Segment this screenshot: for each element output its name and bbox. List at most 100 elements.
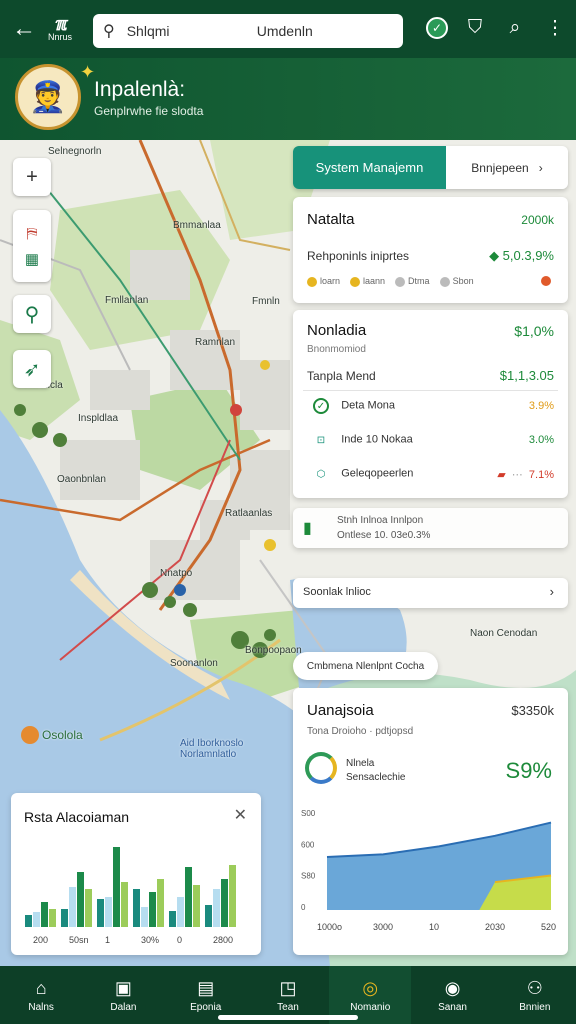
map-label: Soonanlon <box>170 658 218 669</box>
area-chart: S00 600 S80 0 1000o 3000 10 2030 5200 <box>301 809 556 932</box>
row-value-text: 5,0.3,9% <box>502 248 554 263</box>
sparkline-icon: ⋯ <box>511 468 523 481</box>
bar <box>97 899 104 927</box>
map-label: Fmllanlan <box>105 295 149 306</box>
list-item-left: ⬡ Geleqopeerlen <box>313 466 414 482</box>
page-title: Inpalenlà: <box>94 78 186 101</box>
toolbar-icons: ✓ ⛉ ⌕ ⋮ <box>426 14 568 42</box>
bar <box>49 909 56 927</box>
x-tick-label: 10 <box>429 922 439 932</box>
layer-buttons[interactable]: ⛿ ▦ <box>13 210 51 282</box>
bar <box>221 879 228 927</box>
detail-card[interactable]: Nonladia $1,0% Bnonmomiod Tanpla Mend $1… <box>293 310 568 498</box>
search-icon: ⚲ <box>103 23 115 40</box>
nav-item[interactable]: ⌂ Nalns <box>0 966 82 1024</box>
layer-icon[interactable]: ⛿ <box>27 225 38 242</box>
big-value: S9% <box>505 758 552 783</box>
dropdown-select[interactable]: Soonlak lnlioc › <box>293 578 568 608</box>
sub-label: Tanpla Mend <box>307 368 376 383</box>
item-value: 3.9% <box>528 400 554 412</box>
search-input[interactable]: ⚲ Shlqmi Umdenln <box>93 14 403 48</box>
navigate-icon[interactable]: ➶ <box>13 350 51 388</box>
tab-other-label: Bnnjepeen <box>471 160 529 175</box>
pin-icon: ◉ <box>444 977 461 998</box>
user-icon: ⚇ <box>526 977 543 998</box>
nav-item[interactable]: ◉ Sanan <box>411 966 493 1024</box>
panel-tabs: System Manajemn Bnnjepeen › <box>293 146 568 189</box>
zoom-in-button[interactable]: + <box>13 158 51 196</box>
tab-system[interactable]: System Manajemn <box>293 146 446 189</box>
more-vertical-icon[interactable]: ⋮ <box>542 14 568 42</box>
status-bar: ▮ Stnh Inlnoa Innlpon Ontlese 10. 03e0.3… <box>293 508 568 548</box>
back-arrow-icon[interactable]: ← <box>10 15 38 43</box>
list-item[interactable]: ⬡ Geleqopeerlen ▰ ⋯ 7.1% <box>313 466 554 482</box>
card-value: $3350k <box>511 703 554 718</box>
map-label: Nnatpo <box>160 568 193 579</box>
nav-label: Bnnien <box>519 1001 551 1013</box>
card-title: Nonladia <box>307 322 367 339</box>
app-root: ← ℼ Nnrus ⚲ Shlqmi Umdenln ✓ ⛉ ⌕ ⋮ 👮 ✦ In… <box>0 0 576 1024</box>
item-label: Geleqopeerlen <box>341 467 414 480</box>
bar <box>121 882 128 927</box>
map-label: Ramnlan <box>195 337 236 348</box>
ring-sub: Sensaclechie <box>346 772 406 783</box>
status-circle-icon[interactable]: ✓ <box>426 17 448 39</box>
bar <box>213 889 220 927</box>
info-chip[interactable]: Cmbmena Nlenlpnt Cocha <box>293 652 438 680</box>
y-tick-label: 0 <box>301 903 306 912</box>
item-value: 3.0% <box>528 434 554 446</box>
ring-chart-icon <box>305 752 337 784</box>
x-tick-label: 30% <box>141 935 159 945</box>
y-tick-label: 600 <box>301 840 315 849</box>
summary-card[interactable]: Natalta 2000k Rehponinls iniprtes ◆ 5,0.… <box>293 197 568 303</box>
brand-logo: ℼ Nnrus <box>47 14 72 42</box>
board-icon: ◳ <box>279 977 297 998</box>
analytics-card[interactable]: Uanajsoia $3350k Tona Droioho · pdtjopsd… <box>293 688 568 955</box>
chip-label: Cmbmena Nlenlpnt Cocha <box>306 660 425 672</box>
emblem-avatar: 👮 <box>15 64 81 130</box>
card-title: Natalta <box>307 211 355 228</box>
map-label: Bonpoopaon <box>245 645 302 656</box>
bar <box>185 867 192 927</box>
nav-label: Nomanio <box>350 1001 391 1013</box>
list-item[interactable]: ⊡ Inde 10 Nokaa 3.0% <box>313 432 554 448</box>
nav-item[interactable]: ▣ Dalan <box>82 966 164 1024</box>
card-title: Rsta Alacoiaman <box>24 809 130 825</box>
magnifier-icon[interactable]: ⌕ <box>502 14 528 42</box>
nav-label: Sanan <box>438 1001 467 1013</box>
dropdown-label: Soonlak lnlioc <box>303 586 371 598</box>
header-banner: 👮 ✦ Inpalenlà: Genplrwhe fie slodta <box>0 58 576 140</box>
battery-icon: ▮ <box>303 520 312 537</box>
list-item[interactable]: ✓ Deta Mona 3.9% <box>313 398 554 414</box>
x-tick-label: 1000o <box>317 922 342 932</box>
bar <box>105 897 112 927</box>
legend-label: Dtma <box>408 276 430 286</box>
map-label: Oaonbnlan <box>57 474 106 485</box>
mini-chart-card[interactable]: Rsta Alacoiaman ✕ 200 50sn 1 30% 0 2800 <box>11 793 261 955</box>
bar <box>41 902 48 927</box>
bar <box>205 905 212 927</box>
status-line: Stnh Inlnoa Innlpon <box>337 515 424 526</box>
nav-label: Dalan <box>110 1001 137 1013</box>
item-value-wrapper: ▰ ⋯ 7.1% <box>497 468 554 481</box>
map-label: Bmmanlaa <box>173 220 221 231</box>
map-label: Naon Cenodan <box>470 628 538 639</box>
item-label: Deta Mona <box>341 399 396 412</box>
shield-icon[interactable]: ⛉ <box>462 14 488 42</box>
legend-item: laann <box>350 276 385 287</box>
home-indicator <box>218 1015 358 1020</box>
map-label: Ratlaanlas <box>225 508 273 519</box>
tab-other[interactable]: Bnnjepeen › <box>446 146 568 189</box>
map-layer-icon[interactable]: ▦ <box>25 250 39 268</box>
close-icon[interactable]: ✕ <box>234 805 247 825</box>
sub-value: $1,1,3.05 <box>499 368 554 383</box>
location-pin-icon[interactable]: ⚲ <box>13 295 51 333</box>
x-tick-label: 5200 <box>541 922 556 932</box>
card-title: Uanajsoia <box>307 702 374 719</box>
nav-item[interactable]: ⚇ Bnnien <box>494 966 576 1024</box>
bar <box>149 892 156 927</box>
map-label: Aid Iborknoslo Norlamnlatlo <box>180 738 244 760</box>
divider <box>303 390 558 391</box>
map-label: Inspldlaa <box>78 413 119 424</box>
bar <box>69 887 76 927</box>
